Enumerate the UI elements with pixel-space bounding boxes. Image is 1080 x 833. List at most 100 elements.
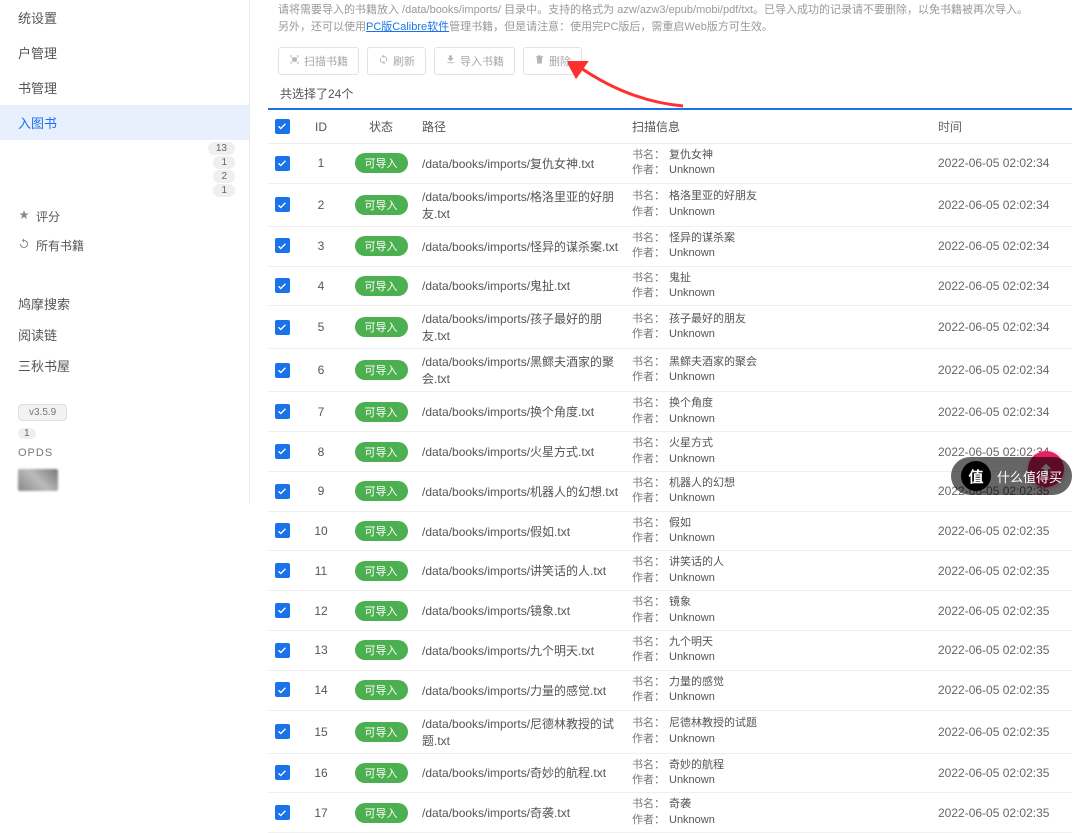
sidebar-nav-item[interactable]: 户管理 bbox=[0, 35, 249, 70]
import-icon bbox=[445, 54, 456, 68]
status-badge: 可导入 bbox=[355, 680, 408, 700]
row-id: 12 bbox=[296, 591, 346, 631]
row-checkbox[interactable] bbox=[275, 363, 290, 378]
row-checkbox[interactable] bbox=[275, 724, 290, 739]
row-checkbox[interactable] bbox=[275, 197, 290, 212]
row-time: 2022-06-05 02:02:34 bbox=[932, 144, 1072, 184]
row-info: 书名：换个角度作者：Unknown bbox=[626, 392, 932, 432]
status-badge: 可导入 bbox=[355, 236, 408, 256]
row-id: 16 bbox=[296, 753, 346, 793]
status-badge: 可导入 bbox=[355, 442, 408, 462]
row-path: /data/books/imports/格洛里亚的好朋友.txt bbox=[416, 183, 626, 226]
sidebar-nav-item[interactable]: 书管理 bbox=[0, 70, 249, 105]
row-path: /data/books/imports/鬼扯.txt bbox=[416, 266, 626, 306]
row-time: 2022-06-05 02:02:34 bbox=[932, 306, 1072, 349]
row-info: 书名：格洛里亚的好朋友作者：Unknown bbox=[626, 183, 932, 226]
row-checkbox[interactable] bbox=[275, 805, 290, 820]
delete-button[interactable]: 删除 bbox=[523, 47, 582, 75]
row-checkbox[interactable] bbox=[275, 444, 290, 459]
row-checkbox[interactable] bbox=[275, 765, 290, 780]
row-info: 书名：力量的感觉作者：Unknown bbox=[626, 670, 932, 710]
row-time: 2022-06-05 02:02:35 bbox=[932, 710, 1072, 753]
sidebar-nav-item[interactable]: 统设置 bbox=[0, 0, 249, 35]
star-icon bbox=[18, 209, 30, 224]
row-checkbox[interactable] bbox=[275, 320, 290, 335]
status-badge: 可导入 bbox=[355, 722, 408, 742]
row-checkbox[interactable] bbox=[275, 404, 290, 419]
table-row: 7可导入/data/books/imports/换个角度.txt书名：换个角度作… bbox=[268, 392, 1072, 432]
table-row: 16可导入/data/books/imports/奇妙的航程.txt书名：奇妙的… bbox=[268, 753, 1072, 793]
row-info: 书名：机器人的幻想作者：Unknown bbox=[626, 471, 932, 511]
sidebar-mini-badge: 1 bbox=[18, 428, 36, 439]
row-id: 4 bbox=[296, 266, 346, 306]
table-row: 17可导入/data/books/imports/奇袭.txt书名：奇袭作者：U… bbox=[268, 793, 1072, 833]
row-checkbox[interactable] bbox=[275, 682, 290, 697]
scan-button[interactable]: 扫描书籍 bbox=[278, 47, 359, 75]
sidebar-link[interactable]: 三秋书屋 bbox=[0, 350, 249, 381]
row-info: 书名：九个明天作者：Unknown bbox=[626, 631, 932, 671]
row-info: 书名：黑鳏夫酒家的聚会作者：Unknown bbox=[626, 349, 932, 392]
row-checkbox[interactable] bbox=[275, 278, 290, 293]
table-row: 12可导入/data/books/imports/镜象.txt书名：镜象作者：U… bbox=[268, 591, 1072, 631]
sidebar-link[interactable]: 鸠摩搜索 bbox=[0, 288, 249, 319]
row-time: 2022-06-05 02:02:35 bbox=[932, 670, 1072, 710]
status-badge: 可导入 bbox=[355, 561, 408, 581]
table-row: 3可导入/data/books/imports/怪异的谋杀案.txt书名：怪异的… bbox=[268, 226, 1072, 266]
row-info: 书名：鬼扯作者：Unknown bbox=[626, 266, 932, 306]
col-time: 时间 bbox=[932, 110, 1072, 144]
row-checkbox[interactable] bbox=[275, 484, 290, 499]
row-path: /data/books/imports/火星方式.txt bbox=[416, 432, 626, 472]
opds-label[interactable]: OPDS bbox=[0, 441, 249, 465]
col-info: 扫描信息 bbox=[626, 110, 932, 144]
table-row: 10可导入/data/books/imports/假如.txt书名：假如作者：U… bbox=[268, 511, 1072, 551]
table-row: 6可导入/data/books/imports/黑鳏夫酒家的聚会.txt书名：黑… bbox=[268, 349, 1072, 392]
row-path: /data/books/imports/孩子最好的朋友.txt bbox=[416, 306, 626, 349]
status-badge: 可导入 bbox=[355, 153, 408, 173]
row-checkbox[interactable] bbox=[275, 523, 290, 538]
notice-text: 请将需要导入的书籍放入 /data/books/imports/ 目录中。支持的… bbox=[268, 0, 1072, 43]
refresh-button[interactable]: 刷新 bbox=[367, 47, 426, 75]
select-all-checkbox[interactable] bbox=[275, 119, 290, 134]
row-time: 2022-06-05 02:02:35 bbox=[932, 631, 1072, 671]
row-path: /data/books/imports/奇袭.txt bbox=[416, 793, 626, 833]
sidebar: 统设置户管理书管理入图书 13121 评分所有书籍 鸠摩搜索阅读链三秋书屋 v3… bbox=[0, 0, 250, 503]
table-row: 11可导入/data/books/imports/讲笑话的人.txt书名：讲笑话… bbox=[268, 551, 1072, 591]
refresh-icon bbox=[378, 54, 389, 68]
col-status: 状态 bbox=[346, 110, 416, 144]
watermark-icon: 值 bbox=[961, 461, 991, 491]
sidebar-sub-item[interactable]: 评分 bbox=[0, 202, 249, 231]
table-row: 14可导入/data/books/imports/力量的感觉.txt书名：力量的… bbox=[268, 670, 1072, 710]
calibre-link[interactable]: PC版Calibre软件 bbox=[366, 21, 449, 33]
row-time: 2022-06-05 02:02:34 bbox=[932, 392, 1072, 432]
sidebar-nav-item[interactable]: 入图书 bbox=[0, 105, 249, 140]
row-info: 书名：讲笑话的人作者：Unknown bbox=[626, 551, 932, 591]
row-checkbox[interactable] bbox=[275, 603, 290, 618]
scan-icon bbox=[289, 54, 300, 68]
status-badge: 可导入 bbox=[355, 481, 408, 501]
sidebar-link[interactable]: 阅读链 bbox=[0, 319, 249, 350]
row-info: 书名：镜象作者：Unknown bbox=[626, 591, 932, 631]
row-path: /data/books/imports/换个角度.txt bbox=[416, 392, 626, 432]
row-path: /data/books/imports/奇妙的航程.txt bbox=[416, 753, 626, 793]
row-id: 6 bbox=[296, 349, 346, 392]
row-checkbox[interactable] bbox=[275, 563, 290, 578]
table-row: 15可导入/data/books/imports/尼德林教授的试题.txt书名：… bbox=[268, 710, 1072, 753]
status-badge: 可导入 bbox=[355, 360, 408, 380]
row-checkbox[interactable] bbox=[275, 643, 290, 658]
row-path: /data/books/imports/镜象.txt bbox=[416, 591, 626, 631]
status-badge: 可导入 bbox=[355, 763, 408, 783]
table-row: 8可导入/data/books/imports/火星方式.txt书名：火星方式作… bbox=[268, 432, 1072, 472]
import-button[interactable]: 导入书籍 bbox=[434, 47, 515, 75]
row-checkbox[interactable] bbox=[275, 238, 290, 253]
trash-icon bbox=[534, 54, 545, 68]
row-time: 2022-06-05 02:02:35 bbox=[932, 793, 1072, 833]
row-path: /data/books/imports/尼德林教授的试题.txt bbox=[416, 710, 626, 753]
row-checkbox[interactable] bbox=[275, 156, 290, 171]
row-id: 14 bbox=[296, 670, 346, 710]
watermark-text: 什么值得买 bbox=[997, 467, 1062, 486]
table-row: 2可导入/data/books/imports/格洛里亚的好朋友.txt书名：格… bbox=[268, 183, 1072, 226]
sidebar-sub-item[interactable]: 所有书籍 bbox=[0, 231, 249, 260]
row-info: 书名：复仇女神作者：Unknown bbox=[626, 144, 932, 184]
blur-thumbnail bbox=[18, 469, 58, 491]
status-badge: 可导入 bbox=[355, 803, 408, 823]
